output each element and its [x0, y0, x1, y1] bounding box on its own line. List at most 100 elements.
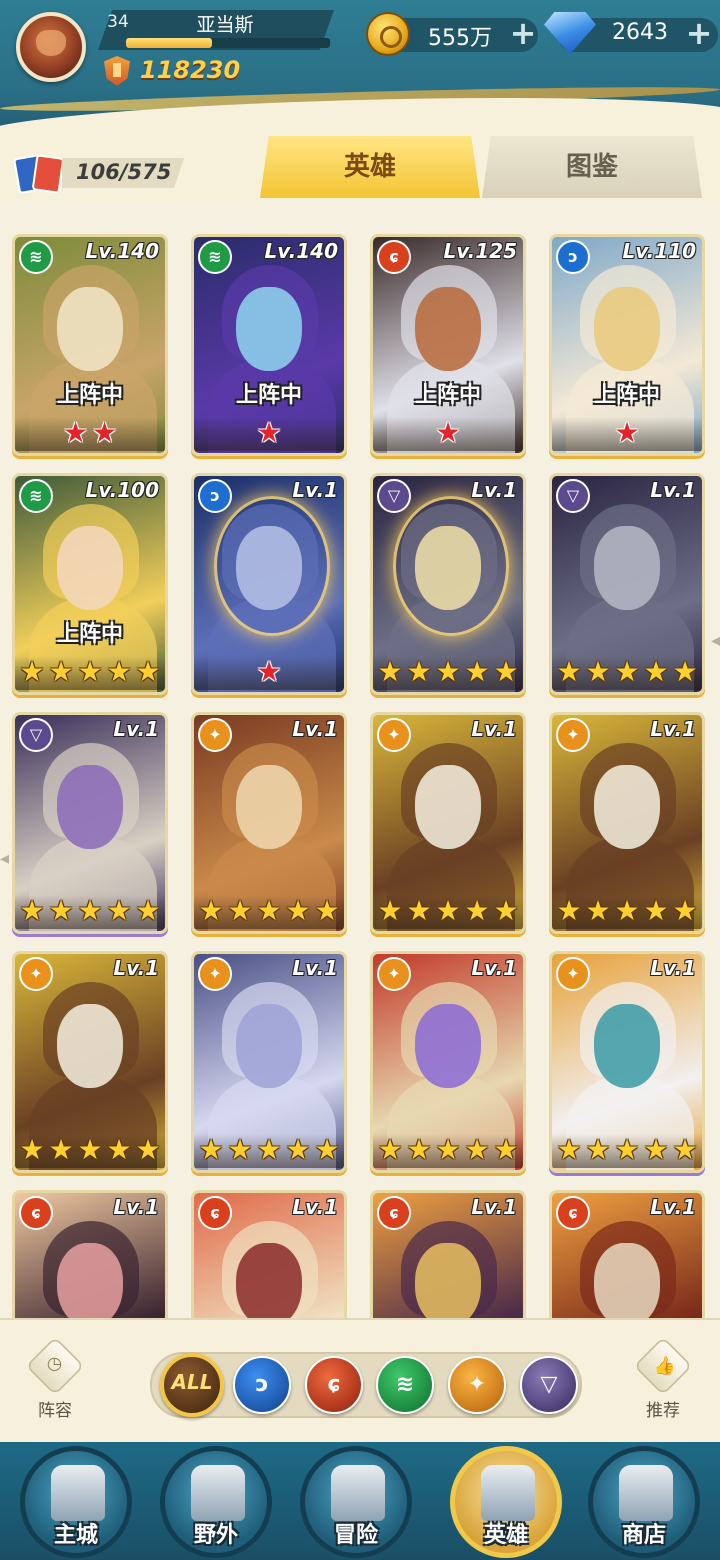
hero-card[interactable]: ✦ Lv.1 ★ ★ ★ ★ ★: [370, 951, 526, 1173]
star-rating: ★ ★ ★ ★ ★: [373, 1134, 523, 1168]
fire-element-icon: ɕ: [377, 1196, 411, 1230]
star-icon: ★: [643, 894, 669, 927]
star-icon: ★: [106, 655, 132, 688]
player-level: 34: [107, 12, 129, 32]
star-rating: ★: [373, 417, 523, 451]
gold-coin-icon: [366, 12, 410, 56]
player-name: 亚当斯: [196, 14, 254, 36]
light-element-icon: ✦: [198, 957, 232, 991]
star-icon: ★: [106, 1133, 132, 1166]
portal-icon: [191, 1465, 245, 1521]
fire-element-icon[interactable]: ɕ: [305, 1356, 363, 1414]
hero-level: Lv.1: [292, 956, 338, 980]
wind-element-icon: ≋: [19, 240, 53, 274]
nav-adventure[interactable]: 冒险: [300, 1446, 412, 1558]
hero-level: Lv.1: [650, 956, 696, 980]
light-element-icon: ✦: [377, 957, 411, 991]
helmet-icon: [481, 1465, 535, 1521]
nav-shop-label: 商店: [621, 1523, 666, 1548]
hero-level: Lv.1: [113, 1195, 159, 1219]
deployed-status: 上阵中: [235, 383, 302, 408]
star-icon: ★: [19, 894, 45, 927]
fire-element-icon: ɕ: [556, 1196, 590, 1230]
scroll-right-indicator-icon: ◂: [710, 630, 720, 651]
hero-level: Lv.1: [650, 717, 696, 741]
hero-card[interactable]: ↄ Lv.110 上阵中 ★: [549, 234, 705, 456]
light-element-icon: ✦: [556, 718, 590, 752]
light-element-icon[interactable]: ✦: [448, 1356, 506, 1414]
nav-wild[interactable]: 野外: [160, 1446, 272, 1558]
star-icon: ★: [198, 894, 224, 927]
xp-bar: [126, 38, 330, 48]
recommend-label: 推荐: [646, 1401, 680, 1421]
star-icon: ★: [77, 655, 103, 688]
lineup-button[interactable]: ◷ 阵容: [20, 1336, 90, 1430]
star-icon: ★: [614, 416, 640, 449]
hero-card[interactable]: ▽ Lv.1 ★ ★ ★ ★ ★: [549, 473, 705, 695]
hero-card[interactable]: ✦ Lv.1 ★ ★ ★ ★ ★: [370, 712, 526, 934]
hero-card[interactable]: ✦ Lv.1 ★ ★ ★ ★ ★: [549, 712, 705, 934]
star-rating: ★: [194, 656, 344, 690]
fire-element-icon: ɕ: [377, 240, 411, 274]
nav-heroes[interactable]: 英雄: [450, 1446, 562, 1558]
add-gold-button[interactable]: +: [508, 16, 538, 50]
hero-card[interactable]: ↄ Lv.1 ★: [191, 473, 347, 695]
star-icon: ★: [227, 1133, 253, 1166]
hero-card[interactable]: ɕ Lv.1: [549, 1190, 705, 1318]
hero-card[interactable]: ɕ Lv.1: [370, 1190, 526, 1318]
recommend-button[interactable]: 👍 推荐: [628, 1336, 698, 1430]
player-avatar[interactable]: [16, 12, 86, 82]
star-icon: ★: [672, 1133, 698, 1166]
hero-card[interactable]: ✦ Lv.1 ★ ★ ★ ★ ★: [191, 712, 347, 934]
scroll-left-indicator-icon: ◂: [0, 848, 10, 869]
star-icon: ★: [435, 416, 461, 449]
star-icon: ★: [643, 1133, 669, 1166]
hero-card[interactable]: ✦ Lv.1 ★ ★ ★ ★ ★: [191, 951, 347, 1173]
hero-level: Lv.140: [85, 239, 160, 263]
water-element-icon[interactable]: ↄ: [233, 1356, 291, 1414]
hero-card[interactable]: ▽ Lv.1 ★ ★ ★ ★ ★: [370, 473, 526, 695]
tab-codex[interactable]: 图鉴: [482, 136, 702, 198]
dark-element-icon: ▽: [19, 718, 53, 752]
hero-card[interactable]: ▽ Lv.1 ★ ★ ★ ★ ★: [12, 712, 168, 934]
hero-level: Lv.1: [113, 956, 159, 980]
star-icon: ★: [285, 894, 311, 927]
hero-level: Lv.140: [264, 239, 339, 263]
hero-level: Lv.110: [622, 239, 697, 263]
star-rating: ★ ★ ★ ★ ★: [552, 656, 702, 690]
star-icon: ★: [493, 1133, 519, 1166]
hero-card[interactable]: ɕ Lv.1: [191, 1190, 347, 1318]
hero-card[interactable]: ✦ Lv.1 ★ ★ ★ ★ ★: [549, 951, 705, 1173]
nav-adventure-label: 冒险: [333, 1523, 378, 1548]
tab-heroes[interactable]: 英雄: [260, 136, 480, 198]
hero-level: Lv.1: [650, 1195, 696, 1219]
add-gems-button[interactable]: +: [684, 16, 714, 50]
nav-shop[interactable]: 商店: [588, 1446, 700, 1558]
dark-element-icon: ▽: [377, 479, 411, 513]
hero-card[interactable]: ≋ Lv.140 上阵中 ★: [191, 234, 347, 456]
star-icon: ★: [77, 894, 103, 927]
hero-card[interactable]: ɕ Lv.1: [12, 1190, 168, 1318]
star-icon: ★: [556, 894, 582, 927]
hero-card[interactable]: ≋ Lv.100 上阵中 ★ ★ ★ ★ ★: [12, 473, 168, 695]
hero-card[interactable]: ✦ Lv.1 ★ ★ ★ ★ ★: [12, 951, 168, 1173]
hero-count: 106/575: [76, 160, 172, 184]
star-rating: ★ ★ ★ ★ ★: [552, 1134, 702, 1168]
hero-level: Lv.1: [292, 1195, 338, 1219]
hero-grid[interactable]: ◂ ◂ ≋ Lv.140 上阵中 ★ ★ ≋ Lv.140 上阵中 ★ ɕ Lv.125 上阵中 ★ ↄ L…: [0, 200, 720, 1318]
star-icon: ★: [62, 416, 89, 449]
star-icon: ★: [406, 894, 432, 927]
nav-main-city-label: 主城: [53, 1523, 98, 1548]
star-icon: ★: [227, 894, 253, 927]
filter-all-button[interactable]: ALL: [160, 1353, 224, 1417]
fire-element-icon: ɕ: [19, 1196, 53, 1230]
nav-main-city[interactable]: 主城: [20, 1446, 132, 1558]
star-icon: ★: [91, 416, 118, 449]
hero-card[interactable]: ≋ Lv.140 上阵中 ★ ★: [12, 234, 168, 456]
dark-element-icon[interactable]: ▽: [520, 1356, 578, 1414]
star-icon: ★: [256, 1133, 282, 1166]
star-icon: ★: [435, 655, 461, 688]
hero-card[interactable]: ɕ Lv.125 上阵中 ★: [370, 234, 526, 456]
wind-element-icon[interactable]: ≋: [376, 1356, 434, 1414]
star-icon: ★: [614, 1133, 640, 1166]
